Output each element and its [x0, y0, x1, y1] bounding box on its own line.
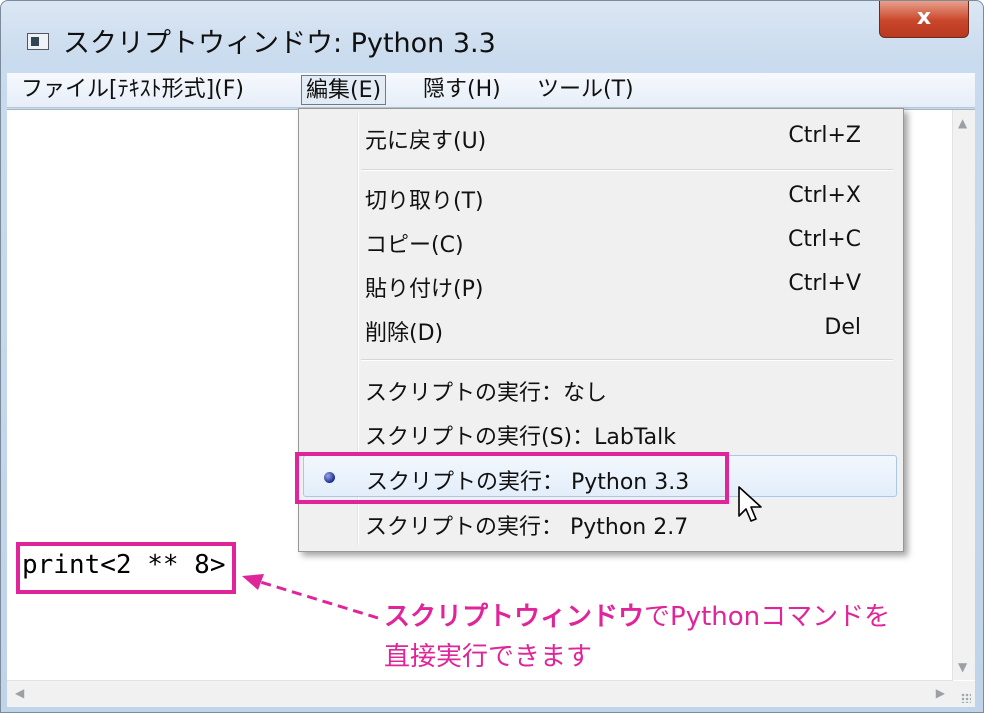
menu-item-highlight-box [295, 452, 729, 504]
menu-separator [361, 169, 893, 171]
mouse-cursor-icon [738, 486, 762, 522]
scroll-down-icon[interactable]: ▼ [958, 660, 967, 674]
scroll-right-icon[interactable]: ▶ [936, 686, 945, 700]
close-button[interactable]: x [879, 1, 969, 38]
menu-item-shortcut: Ctrl+C [788, 227, 861, 252]
window-title: スクリプトウィンドウ: Python 3.3 [63, 28, 496, 59]
scroll-up-icon[interactable]: ▲ [958, 116, 967, 130]
menu-item-label: スクリプトの実行(S)：LabTalk [365, 425, 676, 450]
menu-edit[interactable]: 編集(E) [301, 75, 387, 105]
menu-item-shortcut: Del [824, 315, 861, 340]
annotation-arrow-icon [242, 574, 379, 620]
menu-item-label: コピー(C) [365, 233, 464, 258]
menu-bar: ファイル[ﾃｷｽﾄ形式](F) 編集(E) 隠す(H) ツール(T) [7, 73, 975, 108]
horizontal-scrollbar[interactable]: ◀ ▶ [7, 680, 953, 707]
vertical-scrollbar[interactable]: ▲ ▼ [952, 110, 975, 680]
annotation-line2: 直接実行できます [384, 642, 593, 672]
menu-item-copy[interactable]: コピー(C) Ctrl+C [303, 219, 897, 261]
menu-file[interactable]: ファイル[ﾃｷｽﾄ形式](F) [17, 75, 248, 105]
annotation-bold: スクリプトウィンドウ [384, 602, 645, 632]
menu-item-label: 削除(D) [365, 321, 444, 346]
code-line[interactable]: print<2 ** 8> [22, 550, 226, 580]
menu-item-undo[interactable]: 元に戻す(U) Ctrl+Z [303, 115, 897, 157]
menu-item-paste[interactable]: 貼り付け(P) Ctrl+V [303, 263, 897, 305]
menu-tools[interactable]: ツール(T) [533, 75, 638, 105]
scroll-left-icon[interactable]: ◀ [15, 686, 24, 700]
menu-item-shortcut: Ctrl+V [788, 271, 861, 296]
menu-hide[interactable]: 隠す(H) [419, 75, 505, 105]
app-window-icon[interactable] [27, 33, 49, 50]
annotation-line1: スクリプトウィンドウでPythonコマンドを [384, 597, 890, 637]
menu-item-label: 元に戻す(U) [365, 129, 487, 154]
menu-item-cut[interactable]: 切り取り(T) Ctrl+X [303, 175, 897, 217]
menu-item-label: スクリプトの実行：なし [365, 381, 608, 406]
menu-item-label: 切り取り(T) [365, 189, 484, 214]
menu-separator [361, 359, 893, 361]
menu-item-label: スクリプトの実行： Python 2.7 [365, 515, 689, 540]
menu-item-delete[interactable]: 削除(D) Del [303, 307, 897, 349]
resize-grip-icon[interactable] [953, 681, 975, 707]
menu-item-label: 貼り付け(P) [365, 277, 484, 302]
menu-item-run-none[interactable]: スクリプトの実行：なし [303, 367, 897, 409]
menu-item-run-labtalk[interactable]: スクリプトの実行(S)：LabTalk [303, 411, 897, 453]
menu-item-shortcut: Ctrl+X [788, 183, 861, 208]
title-bar[interactable]: スクリプトウィンドウ: Python 3.3 x [1, 1, 983, 65]
menu-item-run-python27[interactable]: スクリプトの実行： Python 2.7 [303, 501, 897, 543]
annotation-rest: でPythonコマンドを [644, 602, 891, 632]
menu-item-shortcut: Ctrl+Z [788, 123, 861, 148]
annotation-text: スクリプトウィンドウでPythonコマンドを 直接実行できます [384, 597, 890, 677]
